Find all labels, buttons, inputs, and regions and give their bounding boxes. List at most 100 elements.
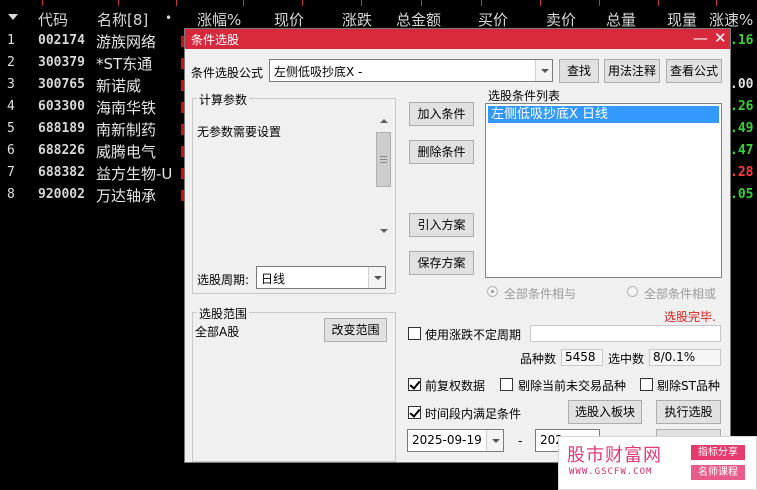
- stock-name: 威腾电气: [96, 143, 157, 161]
- close-icon[interactable]: ✕: [714, 29, 727, 48]
- stock-name: 新诺威: [96, 77, 142, 95]
- scroll-down-icon[interactable]: [375, 222, 392, 239]
- col-code[interactable]: 代码: [38, 9, 68, 30]
- stock-code: 300765: [38, 77, 85, 92]
- params-text: 无参数需要设置: [197, 125, 282, 139]
- exclude-suspended-checkbox[interactable]: [500, 378, 513, 391]
- exclude-st-checkbox[interactable]: [640, 378, 653, 391]
- forward-adjust-checkbox[interactable]: [408, 378, 421, 391]
- speed-value: .00: [730, 77, 754, 92]
- row-index: 7: [7, 165, 15, 180]
- period-select[interactable]: 日线: [256, 266, 386, 289]
- speed-value: .26: [730, 99, 754, 114]
- exclude-suspended-label[interactable]: 剔除当前未交易品种: [518, 377, 626, 394]
- col-ask[interactable]: 卖价: [546, 9, 576, 30]
- col-current-vol[interactable]: 现量: [667, 9, 697, 30]
- watermark-tag-course: 名师课程: [691, 465, 745, 480]
- forward-adjust-label[interactable]: 前复权数据: [425, 377, 485, 394]
- col-change[interactable]: 涨跌: [342, 9, 372, 30]
- condition-list-title: 选股条件列表: [488, 89, 561, 103]
- params-group-title: 计算参数: [197, 91, 250, 108]
- date-from-value: 2025-09-19: [412, 433, 482, 447]
- stock-code: 688226: [38, 143, 85, 158]
- condition-list-item[interactable]: 左侧低吸抄底X 日线: [488, 106, 719, 123]
- speed-value: .28: [730, 165, 754, 180]
- import-plan-button[interactable]: 引入方案: [409, 213, 474, 237]
- col-name[interactable]: 名称[8]: [97, 9, 148, 30]
- speed-value: .47: [730, 143, 754, 158]
- count-value: 5458: [561, 349, 603, 366]
- stock-name: 万达轴承: [96, 187, 157, 205]
- col-price[interactable]: 现价: [274, 9, 304, 30]
- column-header: 代码 名称[8] • 涨幅% 现价 涨跌 总金额 买价 卖价 总量 现量 涨速%: [0, 7, 757, 29]
- save-plan-button[interactable]: 保存方案: [409, 251, 474, 275]
- execute-button[interactable]: 执行选股: [656, 400, 721, 424]
- watermark-tag-share: 指标分享: [691, 445, 745, 460]
- chevron-down-icon[interactable]: [535, 60, 552, 81]
- dialog-titlebar[interactable]: 条件选股 — ✕: [185, 29, 730, 49]
- formula-label: 条件选股公式: [191, 66, 264, 80]
- period-select-value: 日线: [261, 272, 286, 286]
- row-index: 8: [7, 187, 15, 202]
- add-condition-button[interactable]: 加入条件: [409, 102, 474, 126]
- chevron-down-icon[interactable]: [486, 430, 503, 451]
- add-to-block-button[interactable]: 选股入板块: [568, 400, 642, 424]
- time-range-checkbox[interactable]: [408, 406, 421, 419]
- range-value: 全部A股: [195, 325, 240, 339]
- exclude-st-label[interactable]: 剔除ST品种: [657, 377, 720, 394]
- time-range-label[interactable]: 时间段内满足条件: [425, 405, 521, 422]
- watermark-url: WWW.GSCFW.COM: [569, 467, 653, 477]
- col-volume[interactable]: 总量: [606, 9, 636, 30]
- col-bid[interactable]: 买价: [478, 9, 508, 30]
- site-watermark: 股市财富网 WWW.GSCFW.COM 指标分享 名师课程: [558, 436, 757, 490]
- speed-value: .49: [730, 121, 754, 136]
- usage-notes-button[interactable]: 用法注释: [604, 59, 660, 83]
- formula-select[interactable]: 左侧低吸抄底X -: [269, 59, 553, 82]
- radio-all-and-label[interactable]: 全部条件相与: [504, 285, 576, 302]
- stock-name: 海南华铁: [96, 99, 157, 117]
- date-separator: -: [518, 434, 523, 448]
- dialog-title: 条件选股: [191, 33, 240, 47]
- row-index: 4: [7, 99, 15, 114]
- condition-list[interactable]: 左侧低吸抄底X 日线: [485, 103, 722, 278]
- row-index: 5: [7, 121, 15, 136]
- params-scrollbar[interactable]: [375, 113, 392, 239]
- stock-code: 920002: [38, 187, 85, 202]
- date-from-picker[interactable]: 2025-09-19: [407, 429, 504, 452]
- chevron-down-icon[interactable]: [368, 267, 385, 288]
- col-amount[interactable]: 总金额: [396, 9, 441, 30]
- stock-name: 益方生物-U: [96, 165, 173, 183]
- count-label: 品种数: [520, 352, 557, 366]
- view-formula-button[interactable]: 查看公式: [666, 59, 722, 83]
- col-change-pct[interactable]: 涨幅%: [197, 9, 241, 30]
- stock-code: 688382: [38, 165, 85, 180]
- delete-condition-button[interactable]: 删除条件: [409, 140, 474, 164]
- stock-name: 南新制药: [96, 121, 157, 139]
- variable-period-field[interactable]: [530, 325, 721, 342]
- stock-code: 300379: [38, 55, 85, 70]
- stock-code: 603300: [38, 99, 85, 114]
- radio-all-or[interactable]: [627, 286, 638, 297]
- speed-value: .05: [730, 187, 754, 202]
- stock-code: 688189: [38, 121, 85, 136]
- col-speed[interactable]: 涨速%: [709, 9, 753, 30]
- radio-all-or-label[interactable]: 全部条件相或: [644, 285, 716, 302]
- selected-value: 8/0.1%: [649, 349, 721, 366]
- radio-all-and[interactable]: [487, 286, 498, 297]
- speed-value: .16: [730, 33, 754, 48]
- change-range-button[interactable]: 改变范围: [324, 318, 387, 342]
- find-button[interactable]: 查找: [559, 59, 599, 83]
- formula-select-value: 左侧低吸抄底X -: [274, 65, 363, 79]
- scroll-thumb[interactable]: [376, 132, 391, 187]
- stock-name: *ST东通: [96, 55, 153, 73]
- sort-indicator-icon[interactable]: [8, 14, 18, 20]
- minimize-icon[interactable]: —: [693, 29, 708, 48]
- scroll-up-icon[interactable]: [375, 113, 392, 130]
- row-index: 2: [7, 55, 15, 70]
- period-label: 选股周期:: [197, 273, 250, 287]
- variable-period-label[interactable]: 使用涨跌不定周期: [425, 326, 521, 343]
- status-text: 选股完毕.: [664, 310, 716, 324]
- variable-period-checkbox[interactable]: [408, 327, 421, 340]
- row-index: 1: [7, 33, 15, 48]
- range-group-title: 选股范围: [197, 305, 250, 322]
